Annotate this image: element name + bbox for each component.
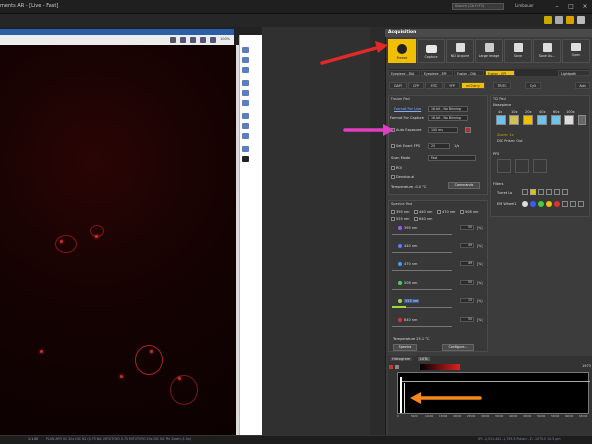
red-annotation-arrow [320,41,388,65]
magenta-annotation-arrow [343,124,394,136]
annotation-overlay [320,41,482,404]
orange-annotation-arrow [410,392,482,404]
